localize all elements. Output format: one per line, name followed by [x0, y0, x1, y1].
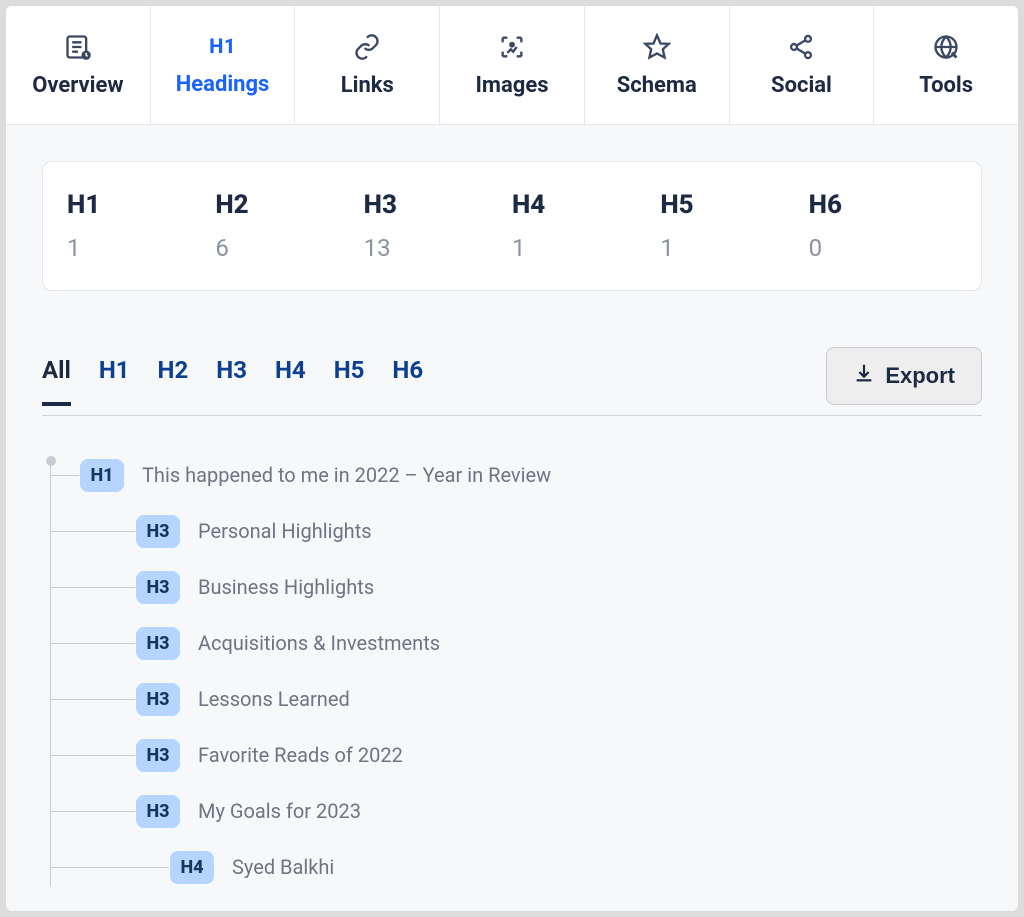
heading-text: Acquisitions & Investments	[198, 631, 440, 655]
summary-label: H4	[512, 190, 660, 220]
filter-row: All H1 H2 H3 H4 H5 H6 Export	[42, 347, 982, 416]
filter-tab-all[interactable]: All	[42, 356, 71, 406]
summary-label: H2	[215, 190, 363, 220]
tab-schema[interactable]: Schema	[585, 6, 730, 124]
tree-connector	[51, 811, 135, 812]
heading-badge: H3	[136, 571, 180, 604]
summary-col-h4: H4 1	[512, 190, 660, 262]
heading-badge: H3	[136, 627, 180, 660]
summary-count: 1	[660, 234, 808, 262]
filter-tab-h1[interactable]: H1	[99, 356, 130, 406]
heading-node: H3 Lessons Learned	[42, 680, 982, 718]
export-label: Export	[885, 363, 955, 389]
star-icon	[643, 33, 671, 61]
heading-node: H3 My Goals for 2023	[42, 792, 982, 830]
summary-count: 1	[512, 234, 660, 262]
heading-node: H3 Favorite Reads of 2022	[42, 736, 982, 774]
heading-text: Syed Balkhi	[232, 855, 334, 879]
heading-tree: H1 This happened to me in 2022 – Year in…	[42, 456, 982, 886]
filter-tab-h6[interactable]: H6	[392, 356, 423, 406]
tree-connector	[51, 699, 135, 700]
tab-label: Images	[476, 73, 549, 98]
tab-label: Schema	[617, 73, 697, 98]
tree-connector	[51, 587, 135, 588]
summary-count: 6	[215, 234, 363, 262]
heading-badge: H1	[80, 459, 124, 492]
heading-badge: H3	[136, 683, 180, 716]
heading-text: This happened to me in 2022 – Year in Re…	[142, 463, 551, 487]
heading-badge: H3	[136, 795, 180, 828]
tree-connector	[51, 643, 135, 644]
summary-label: H6	[809, 190, 957, 220]
tab-label: Tools	[919, 73, 973, 98]
tab-label: Social	[771, 73, 832, 98]
globe-icon	[932, 33, 960, 61]
image-icon	[498, 33, 526, 61]
tab-label: Headings	[176, 72, 270, 97]
tree-connector	[51, 475, 79, 476]
main-tabs: Overview H1 Headings Links	[6, 6, 1018, 125]
filter-tab-h5[interactable]: H5	[334, 356, 365, 406]
export-button[interactable]: Export	[826, 347, 982, 405]
heading-text: My Goals for 2023	[198, 799, 361, 823]
app-frame: Overview H1 Headings Links	[6, 6, 1018, 911]
summary-col-h2: H2 6	[215, 190, 363, 262]
heading-text: Personal Highlights	[198, 519, 372, 543]
heading-node: H4 Syed Balkhi	[42, 848, 982, 886]
headings-icon: H1	[209, 32, 237, 60]
heading-badge: H3	[136, 515, 180, 548]
tab-headings[interactable]: H1 Headings	[151, 6, 296, 124]
summary-label: H3	[364, 190, 512, 220]
summary-count: 1	[67, 234, 215, 262]
summary-count: 13	[364, 234, 512, 262]
content-area: H1 1 H2 6 H3 13 H4 1 H5 1 H6 0	[6, 125, 1018, 886]
tree-connector	[51, 867, 169, 868]
tab-label: Links	[341, 73, 394, 98]
summary-label: H1	[67, 190, 215, 220]
heading-badge: H4	[170, 851, 214, 884]
heading-node: H3 Personal Highlights	[42, 512, 982, 550]
share-icon	[787, 33, 815, 61]
download-icon	[853, 362, 875, 390]
tab-social[interactable]: Social	[730, 6, 875, 124]
summary-col-h6: H6 0	[809, 190, 957, 262]
summary-col-h1: H1 1	[67, 190, 215, 262]
tab-tools[interactable]: Tools	[874, 6, 1018, 124]
tree-connector	[51, 531, 135, 532]
heading-node: H1 This happened to me in 2022 – Year in…	[42, 456, 982, 494]
heading-node: H3 Business Highlights	[42, 568, 982, 606]
filter-tab-h2[interactable]: H2	[158, 356, 189, 406]
heading-node: H3 Acquisitions & Investments	[42, 624, 982, 662]
tab-label: Overview	[32, 73, 123, 98]
summary-count: 0	[809, 234, 957, 262]
filter-tab-h3[interactable]: H3	[216, 356, 247, 406]
summary-col-h5: H5 1	[660, 190, 808, 262]
summary-col-h3: H3 13	[364, 190, 512, 262]
heading-summary-card: H1 1 H2 6 H3 13 H4 1 H5 1 H6 0	[42, 161, 982, 291]
link-icon	[353, 33, 381, 61]
heading-text: Lessons Learned	[198, 687, 350, 711]
heading-badge: H3	[136, 739, 180, 772]
tree-connector	[51, 755, 135, 756]
tab-links[interactable]: Links	[295, 6, 440, 124]
overview-icon	[64, 33, 92, 61]
tab-images[interactable]: Images	[440, 6, 585, 124]
heading-text: Business Highlights	[198, 575, 374, 599]
heading-text: Favorite Reads of 2022	[198, 743, 403, 767]
filter-tab-h4[interactable]: H4	[275, 356, 306, 406]
filter-tabs: All H1 H2 H3 H4 H5 H6	[42, 356, 423, 406]
summary-label: H5	[660, 190, 808, 220]
tab-overview[interactable]: Overview	[6, 6, 151, 124]
